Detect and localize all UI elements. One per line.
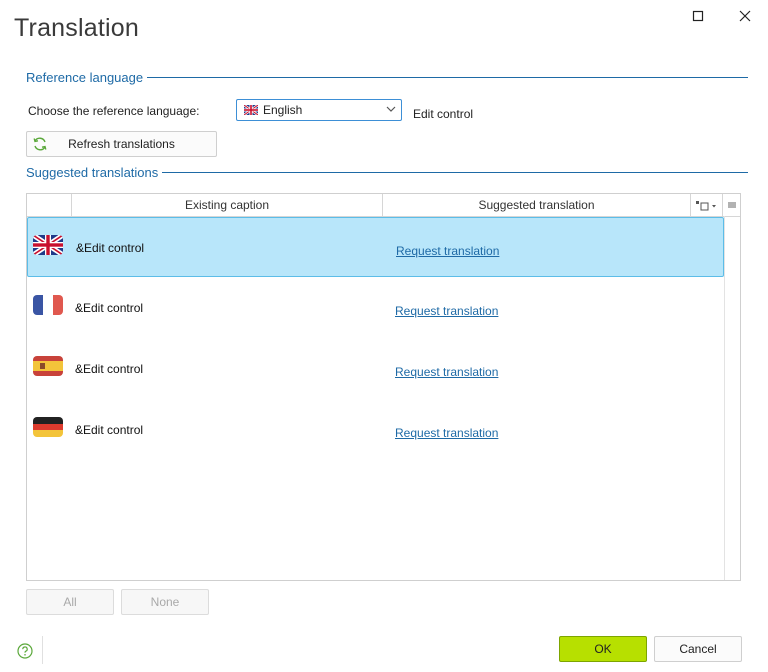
help-icon [17, 643, 33, 659]
reference-section-label: Reference language [26, 70, 148, 85]
grid-header: Existing caption Suggested translation [27, 194, 740, 217]
window-title: Translation [14, 14, 139, 42]
reference-language-dropdown[interactable]: English [236, 99, 402, 121]
menu-icon[interactable] [724, 194, 740, 216]
translation-row-german[interactable]: &Edit control Request translation [27, 400, 724, 460]
close-icon [739, 10, 751, 22]
existing-caption-cell: &Edit control [75, 301, 144, 315]
uk-flag-icon [244, 105, 258, 115]
refresh-translations-button[interactable]: Refresh translations [26, 131, 217, 157]
close-button[interactable] [728, 4, 762, 28]
translation-row-french[interactable]: &Edit control Request translation [27, 278, 724, 338]
cancel-button[interactable]: Cancel [654, 636, 742, 662]
translations-grid[interactable]: Existing caption Suggested translation &… [26, 193, 741, 581]
choose-language-label: Choose the reference language: [28, 104, 200, 118]
existing-caption-header[interactable]: Existing caption [72, 194, 383, 216]
selected-language-text: English [263, 103, 303, 117]
existing-caption-cell: &Edit control [75, 362, 144, 376]
request-translation-link[interactable]: Request translation [395, 426, 498, 440]
request-translation-link[interactable]: Request translation [395, 304, 498, 318]
select-none-button[interactable]: None [121, 589, 209, 615]
flag-column-header [27, 194, 72, 216]
maximize-button[interactable] [681, 4, 715, 28]
column-chooser-button[interactable] [691, 194, 723, 216]
france-flag-icon [33, 295, 63, 315]
uk-flag-icon [33, 235, 63, 255]
spain-flag-icon [33, 356, 63, 376]
existing-caption-cell: &Edit control [75, 423, 144, 437]
translation-row-english[interactable]: &Edit control Request translation [27, 217, 724, 277]
refresh-icon [33, 137, 47, 151]
ok-button[interactable]: OK [559, 636, 647, 662]
germany-flag-icon [33, 417, 63, 437]
request-translation-link[interactable]: Request translation [396, 244, 499, 258]
select-all-button[interactable]: All [26, 589, 114, 615]
suggested-section-label: Suggested translations [26, 165, 163, 180]
suggested-translation-header[interactable]: Suggested translation [383, 194, 691, 216]
column-chooser-icon [695, 201, 716, 211]
grid-scroll-gutter [724, 216, 725, 580]
footer-divider [42, 636, 43, 664]
maximize-icon [692, 10, 704, 22]
control-caption-label: Edit control [413, 107, 474, 121]
existing-caption-cell: &Edit control [76, 241, 145, 255]
request-translation-link[interactable]: Request translation [395, 365, 498, 379]
chevron-down-icon [386, 106, 396, 112]
help-button[interactable] [17, 643, 33, 659]
refresh-translations-label: Refresh translations [68, 137, 175, 151]
translation-row-spanish[interactable]: &Edit control Request translation [27, 339, 724, 399]
